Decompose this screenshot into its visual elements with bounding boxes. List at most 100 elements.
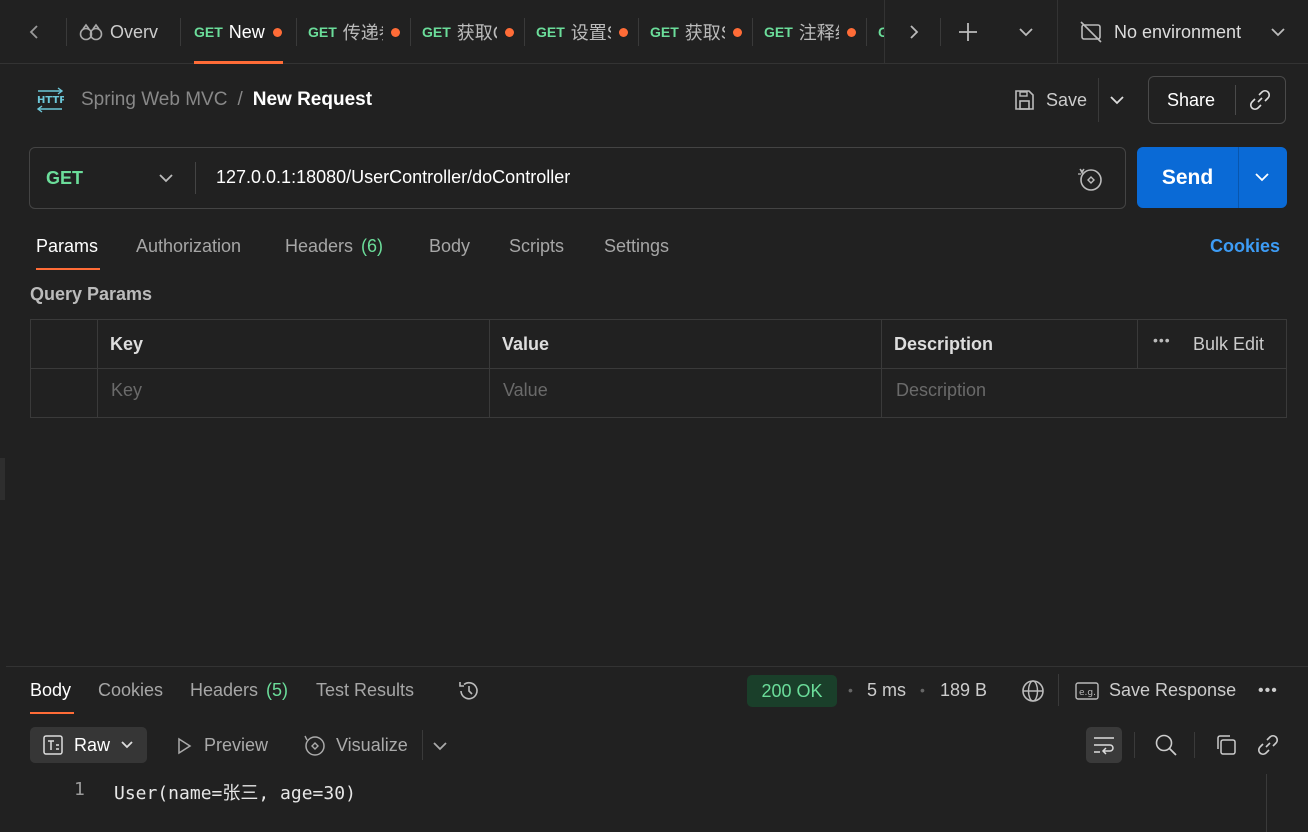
- preview-button[interactable]: Preview: [174, 735, 268, 756]
- chevron-down-icon: [121, 741, 133, 749]
- tab-method: GET: [764, 24, 793, 40]
- visualize-icon: [304, 735, 325, 756]
- new-tab-plus-icon[interactable]: [956, 20, 980, 44]
- send-options-chevron-icon[interactable]: [1252, 167, 1272, 187]
- save-response-button[interactable]: e.g. Save Response: [1075, 680, 1236, 701]
- wrap-lines-icon[interactable]: [1086, 727, 1122, 763]
- url-input[interactable]: 127.0.0.1:18080/UserController/doControl…: [216, 167, 570, 188]
- tab-headers[interactable]: Headers (6): [285, 236, 383, 257]
- link-icon[interactable]: [1248, 88, 1272, 112]
- share-button[interactable]: Share: [1148, 76, 1286, 124]
- query-params-table: Key Value Description ••• Bulk Edit Key …: [30, 319, 1287, 418]
- tab-bar: Overv GET New GET 传递参 GET 获取C GET 设置S GE…: [0, 0, 1308, 64]
- status-badge[interactable]: 200 OK: [747, 675, 837, 707]
- response-tab-headers[interactable]: Headers (5): [190, 680, 288, 701]
- tab-method: GET: [422, 24, 451, 40]
- active-tab-indicator: [36, 268, 100, 270]
- response-size[interactable]: 189 B: [940, 680, 987, 701]
- postbot-icon[interactable]: [1076, 165, 1104, 193]
- method-label: GET: [46, 167, 84, 188]
- tab-overview[interactable]: Overv: [78, 0, 158, 64]
- environment-label: No environment: [1114, 21, 1242, 42]
- send-label: Send: [1161, 165, 1214, 189]
- history-icon[interactable]: [456, 678, 482, 704]
- response-tab-body[interactable]: Body: [30, 680, 71, 701]
- format-raw-select[interactable]: Raw: [30, 727, 147, 763]
- breadcrumb: Spring Web MVC / New Request: [81, 89, 372, 111]
- tab-label: 获取C: [456, 23, 497, 43]
- tab-method: GET: [536, 24, 565, 40]
- save-button[interactable]: Save: [1012, 86, 1087, 114]
- raw-text-icon: [43, 735, 63, 755]
- send-button[interactable]: Send: [1137, 147, 1238, 208]
- link-icon[interactable]: [1256, 733, 1280, 757]
- visualize-button[interactable]: Visualize: [302, 733, 408, 757]
- scroll-tabs-right-icon[interactable]: [904, 22, 924, 42]
- save-icon: [1015, 90, 1034, 110]
- tab-params[interactable]: Params: [36, 236, 98, 257]
- active-tab-indicator: [194, 61, 283, 64]
- separator-dot: •: [920, 682, 925, 698]
- tab-request[interactable]: GET 传递参: [308, 0, 400, 64]
- save-options-chevron-icon[interactable]: [1106, 89, 1128, 111]
- response-time[interactable]: 5 ms: [867, 680, 906, 701]
- tab-label: 传递参: [342, 23, 383, 43]
- http-icon: HTTP: [36, 87, 64, 113]
- save-label: Save: [1046, 89, 1088, 110]
- tab-request[interactable]: GET 注释组: [764, 0, 856, 64]
- tab-label: 设置S: [570, 23, 611, 43]
- tab-body[interactable]: Body: [429, 236, 470, 257]
- headers-count-badge: (6): [361, 236, 384, 256]
- tabs-dropdown-chevron-icon[interactable]: [1016, 22, 1036, 42]
- unsaved-dot: [846, 27, 856, 37]
- tab-label: 获取S: [684, 23, 725, 43]
- tab-scripts[interactable]: Scripts: [509, 236, 564, 257]
- key-input[interactable]: Key: [111, 380, 142, 401]
- visualize-label: Visualize: [336, 734, 408, 755]
- breadcrumb-separator: /: [237, 89, 243, 110]
- column-header-description: Description: [894, 334, 994, 354]
- share-label: Share: [1167, 89, 1216, 110]
- search-icon[interactable]: [1154, 733, 1178, 757]
- tab-request[interactable]: GET 获取C: [422, 0, 514, 64]
- method-selector[interactable]: GET: [30, 148, 196, 208]
- visualize-options-chevron-icon[interactable]: [430, 736, 450, 756]
- value-input[interactable]: Value: [503, 380, 548, 401]
- url-bar: GET 127.0.0.1:18080/UserController/doCon…: [29, 147, 1126, 209]
- page-title[interactable]: New Request: [253, 89, 372, 111]
- tab-label: Overv: [110, 21, 158, 42]
- response-body-line[interactable]: User(name=张三, age=30): [114, 779, 356, 805]
- description-input[interactable]: Description: [896, 380, 986, 401]
- cookies-link[interactable]: Cookies: [1210, 236, 1280, 257]
- environment-selector[interactable]: No environment: [1070, 0, 1300, 64]
- response-tab-cookies[interactable]: Cookies: [98, 680, 163, 701]
- example-icon: e.g.: [1075, 681, 1099, 700]
- pane-resize-handle[interactable]: [0, 458, 5, 500]
- tab-method: GET: [194, 24, 223, 40]
- no-environment-icon: [1080, 21, 1102, 43]
- scroll-tabs-left-icon[interactable]: [24, 22, 44, 42]
- tab-authorization[interactable]: Authorization: [136, 236, 241, 257]
- scrollbar-track[interactable]: [1266, 774, 1267, 832]
- more-options-icon[interactable]: •••: [1153, 332, 1171, 348]
- tab-new-request[interactable]: GET New: [194, 0, 286, 64]
- svg-text:HTTP: HTTP: [37, 95, 64, 106]
- response-tab-test-results[interactable]: Test Results: [316, 680, 414, 701]
- headers-count-badge: (5): [266, 680, 289, 700]
- tab-request[interactable]: GET 获取S: [650, 0, 742, 64]
- save-response-label: Save Response: [1109, 680, 1237, 700]
- tab-settings[interactable]: Settings: [604, 236, 669, 257]
- play-icon: [178, 737, 192, 754]
- tab-request[interactable]: GET 设置S: [536, 0, 628, 64]
- globe-icon[interactable]: [1020, 678, 1046, 704]
- tab-label: Headers: [285, 236, 354, 256]
- bulk-edit-button[interactable]: Bulk Edit: [1193, 334, 1264, 355]
- line-number: 1: [74, 779, 85, 800]
- more-options-icon[interactable]: •••: [1258, 682, 1278, 700]
- status-text: 200 OK: [761, 680, 823, 701]
- copy-icon[interactable]: [1214, 733, 1238, 757]
- unsaved-dot: [390, 27, 400, 37]
- tab-label: Headers: [190, 680, 259, 700]
- format-label: Raw: [74, 734, 111, 755]
- breadcrumb-collection[interactable]: Spring Web MVC: [81, 89, 227, 111]
